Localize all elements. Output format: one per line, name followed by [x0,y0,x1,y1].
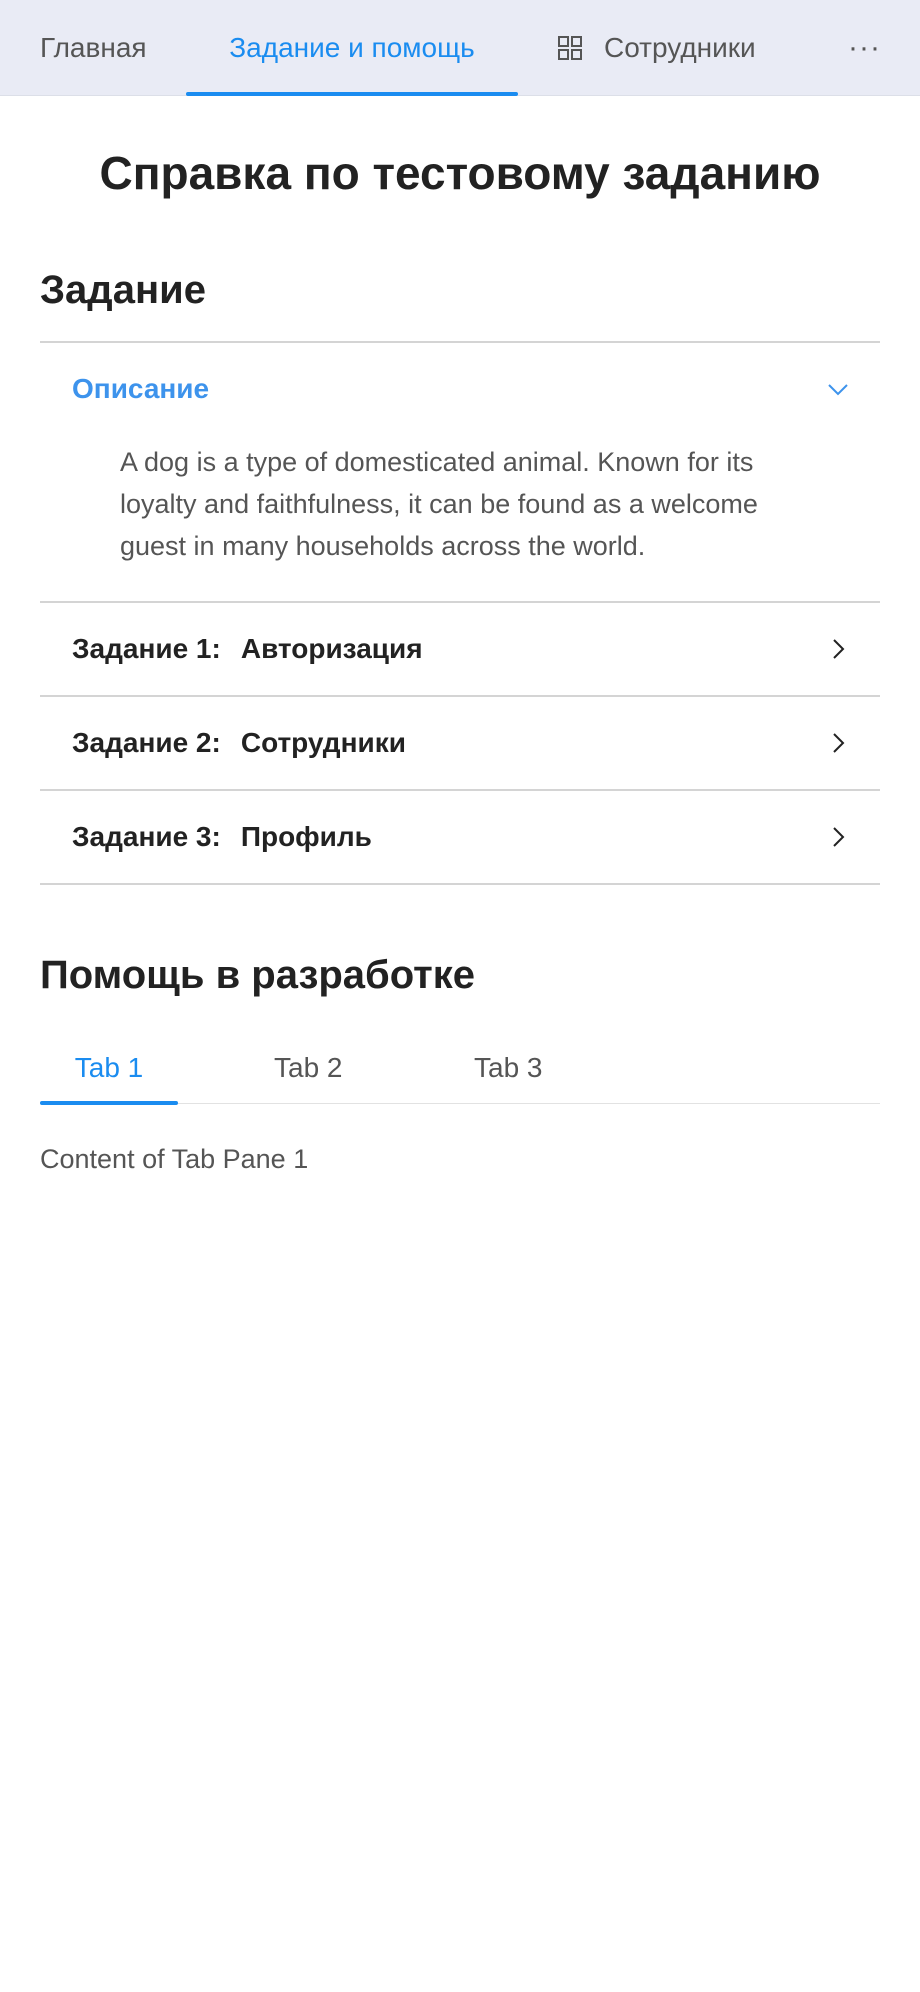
nav-home[interactable]: Главная [40,0,147,96]
tab-1[interactable]: Tab 1 [40,1032,178,1105]
accordion-header-task-2[interactable]: Задание 2: Сотрудники [40,697,880,789]
accordion-header-description[interactable]: Описание [40,343,880,435]
top-navbar: Главная Задание и помощь Сотрудники ··· [0,0,920,96]
accordion-label: Профиль [240,821,372,852]
nav-task-and-help[interactable]: Задание и помощь [186,0,518,96]
nav-staff[interactable]: Сотрудники [558,0,756,96]
nav-staff-label: Сотрудники [604,32,756,63]
chevron-right-icon [833,733,845,753]
accordion-header-task-1[interactable]: Задание 1: Авторизация [40,603,880,695]
tab-pane-content: Content of Tab Pane 1 [40,1144,309,1174]
chevron-right-icon [833,639,845,659]
accordion-body-description: A dog is a type of domesticated animal. … [120,447,758,561]
accordion-prefix: Задание 2: [72,727,221,758]
tab-3[interactable]: Tab 3 [474,1032,543,1104]
accordion-prefix: Задание 1: [72,633,221,664]
accordion-item-task-2: Задание 2: Сотрудники [40,697,880,791]
accordion-item-task-3: Задание 3: Профиль [40,791,880,885]
accordion-label: Описание [72,373,210,404]
accordion-item-description: Описание A dog is a type of domesticated… [40,343,880,603]
accordion-label: Сотрудники [240,727,406,758]
accordion-header-task-3[interactable]: Задание 3: Профиль [40,791,880,883]
tasks-section-title: Задание [40,268,206,312]
page-title: Справка по тестовому заданию [99,147,821,199]
accordion-item-task-1: Задание 1: Авторизация [40,603,880,697]
tasks-accordion: Описание A dog is a type of domesticated… [40,341,880,885]
accordion-label: Авторизация [240,633,423,664]
accordion-prefix: Задание 3: [72,821,221,852]
more-menu-icon[interactable]: ··· [848,0,881,96]
grid-icon [558,36,582,60]
help-tabs: Tab 1 Tab 2 Tab 3 [40,1032,880,1105]
tab-2[interactable]: Tab 2 [274,1032,343,1104]
help-section-title: Помощь в разработке [40,953,476,997]
chevron-down-icon [828,384,848,396]
chevron-right-icon [833,827,845,847]
